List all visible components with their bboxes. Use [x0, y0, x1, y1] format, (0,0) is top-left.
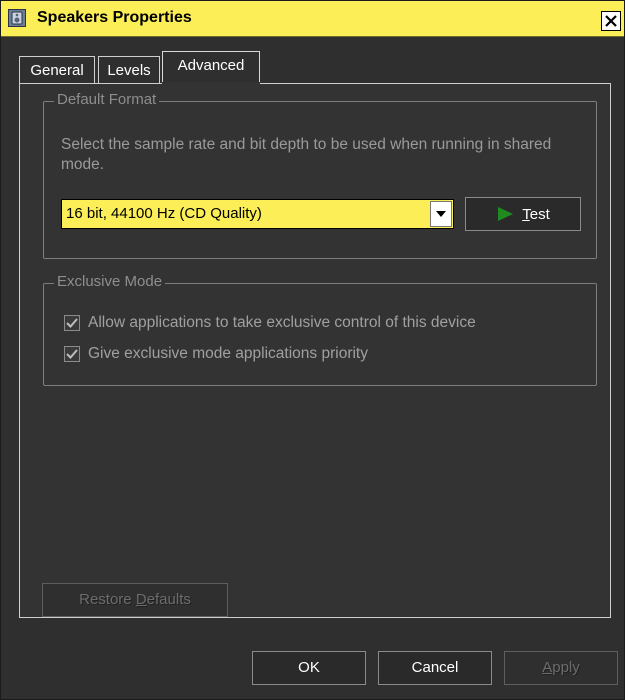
chevron-down-icon [436, 211, 446, 217]
exclusive-priority-option[interactable]: Give exclusive mode applications priorit… [64, 345, 368, 363]
window-title: Speakers Properties [37, 9, 192, 26]
exclusive-priority-checkbox[interactable] [64, 346, 80, 362]
allow-exclusive-control-checkbox[interactable] [64, 315, 80, 331]
active-tab-joiner [162, 82, 260, 85]
default-format-legend: Default Format [54, 91, 160, 108]
default-format-value: 16 bit, 44100 Hz (CD Quality) [66, 205, 262, 222]
allow-exclusive-control-label: Allow applications to take exclusive con… [88, 314, 476, 331]
speakers-properties-window: Speakers Properties General Levels Advan… [0, 0, 625, 700]
cancel-button[interactable]: Cancel [378, 651, 492, 685]
default-format-group: Default Format Select the sample rate an… [43, 91, 597, 259]
tab-advanced[interactable]: Advanced [162, 51, 260, 84]
close-button[interactable] [601, 11, 621, 31]
play-icon [498, 207, 514, 221]
default-format-description: Select the sample rate and bit depth to … [61, 136, 552, 173]
title-bar[interactable]: Speakers Properties [1, 1, 624, 37]
exclusive-mode-group: Exclusive Mode Allow applications to tak… [43, 273, 597, 386]
checkmark-icon [66, 318, 78, 328]
ok-button[interactable]: OK [252, 651, 366, 685]
speaker-icon [8, 9, 26, 27]
allow-exclusive-control-option[interactable]: Allow applications to take exclusive con… [64, 314, 476, 332]
restore-defaults-button[interactable]: Restore Defaults [42, 583, 228, 617]
close-icon [605, 15, 617, 27]
test-button[interactable]: Test [465, 197, 581, 231]
tab-general[interactable]: General [19, 56, 95, 84]
exclusive-priority-label: Give exclusive mode applications priorit… [88, 345, 368, 362]
checkmark-icon [66, 349, 78, 359]
default-format-select[interactable]: 16 bit, 44100 Hz (CD Quality) [61, 199, 454, 229]
apply-button[interactable]: Apply [504, 651, 618, 685]
format-dropdown-button[interactable] [430, 201, 452, 227]
exclusive-mode-legend: Exclusive Mode [54, 273, 166, 290]
tab-levels[interactable]: Levels [98, 56, 160, 84]
test-button-label: Test [522, 205, 550, 223]
advanced-tab-panel: Default Format Select the sample rate an… [19, 83, 611, 618]
